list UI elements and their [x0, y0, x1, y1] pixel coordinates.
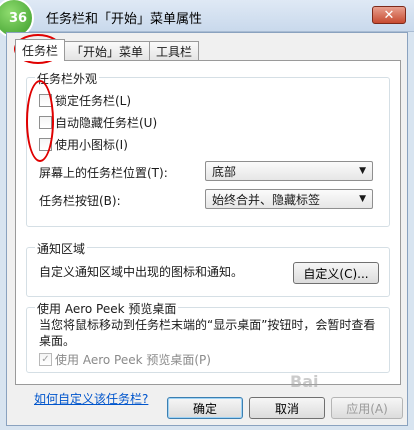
autohide-taskbar-row[interactable]: 自动隐藏任务栏(U) [39, 114, 157, 131]
autohide-taskbar-label: 自动隐藏任务栏(U) [55, 116, 158, 130]
lock-taskbar-label: 锁定任务栏(L) [55, 94, 132, 108]
taskbar-buttons-label: 任务栏按钮(B): [39, 194, 121, 208]
small-icons-label: 使用小图标(I) [55, 138, 128, 152]
tab-toolbars[interactable]: 工具栏 [149, 41, 200, 61]
close-button[interactable]: ✕ [372, 6, 406, 24]
taskbar-location-value: 底部 [212, 164, 237, 179]
tab-strip: 任务栏 「开始」菜单 工具栏 [15, 39, 200, 61]
group-legend-notify: 通知区域 [35, 240, 88, 257]
notify-description: 自定义通知区域中出现的图标和通知。 [39, 265, 244, 279]
taskbar-buttons-value: 始终合并、隐藏标签 [212, 192, 321, 207]
aero-peek-label: 使用 Aero Peek 预览桌面(P) [55, 353, 211, 367]
aero-peek-checkbox: ✓ [39, 353, 52, 366]
customize-button[interactable]: 自定义(C)... [293, 262, 379, 284]
autohide-taskbar-checkbox[interactable] [39, 116, 52, 129]
group-legend-aero: 使用 Aero Peek 预览桌面 [35, 300, 179, 317]
help-link[interactable]: 如何自定义该任务栏? [34, 390, 148, 407]
taskbar-appearance-group: 任务栏外观 锁定任务栏(L) 自动隐藏任务栏(U) 使用小图标(I) 屏幕上的任… [26, 70, 390, 227]
taskbar-location-label: 屏幕上的任务栏位置(T): [39, 166, 168, 180]
cancel-button[interactable]: 取消 [249, 397, 325, 419]
aero-peek-row: ✓ 使用 Aero Peek 预览桌面(P) [39, 351, 211, 368]
ok-button[interactable]: 确定 [167, 397, 243, 419]
taskbar-buttons-select[interactable]: 始终合并、隐藏标签 ▼ [205, 189, 373, 209]
lock-taskbar-checkbox[interactable] [39, 94, 52, 107]
tab-taskbar[interactable]: 任务栏 [15, 39, 66, 61]
taskbar-location-select[interactable]: 底部 ▼ [205, 161, 373, 181]
aero-peek-group: 使用 Aero Peek 预览桌面 当您将鼠标移动到任务栏末端的“显示桌面”按钮… [26, 300, 390, 373]
chevron-down-icon: ▼ [359, 194, 366, 204]
dialog-client: 任务栏 「开始」菜单 工具栏 任务栏外观 锁定任务栏(L) 自动隐藏任务栏(U)… [6, 32, 408, 426]
title-bar: 36 任务栏和「开始」菜单属性 ✕ [0, 0, 414, 38]
chevron-down-icon: ▼ [359, 166, 366, 176]
watermark-text: Bai [290, 372, 319, 391]
window-title: 任务栏和「开始」菜单属性 [46, 12, 203, 27]
small-icons-checkbox[interactable] [39, 138, 52, 151]
tab-start-menu[interactable]: 「开始」菜单 [64, 41, 151, 61]
aero-description: 当您将鼠标移动到任务栏末端的“显示桌面”按钮时，会暂时查看桌面。 [39, 318, 376, 348]
group-legend-appearance: 任务栏外观 [35, 70, 100, 87]
notification-area-group: 通知区域 自定义通知区域中出现的图标和通知。 自定义(C)... [26, 240, 390, 297]
apply-button[interactable]: 应用(A) [331, 397, 403, 419]
small-icons-row[interactable]: 使用小图标(I) [39, 136, 128, 153]
lock-taskbar-row[interactable]: 锁定任务栏(L) [39, 92, 131, 109]
tab-panel-taskbar: 任务栏外观 锁定任务栏(L) 自动隐藏任务栏(U) 使用小图标(I) 屏幕上的任… [15, 60, 401, 406]
